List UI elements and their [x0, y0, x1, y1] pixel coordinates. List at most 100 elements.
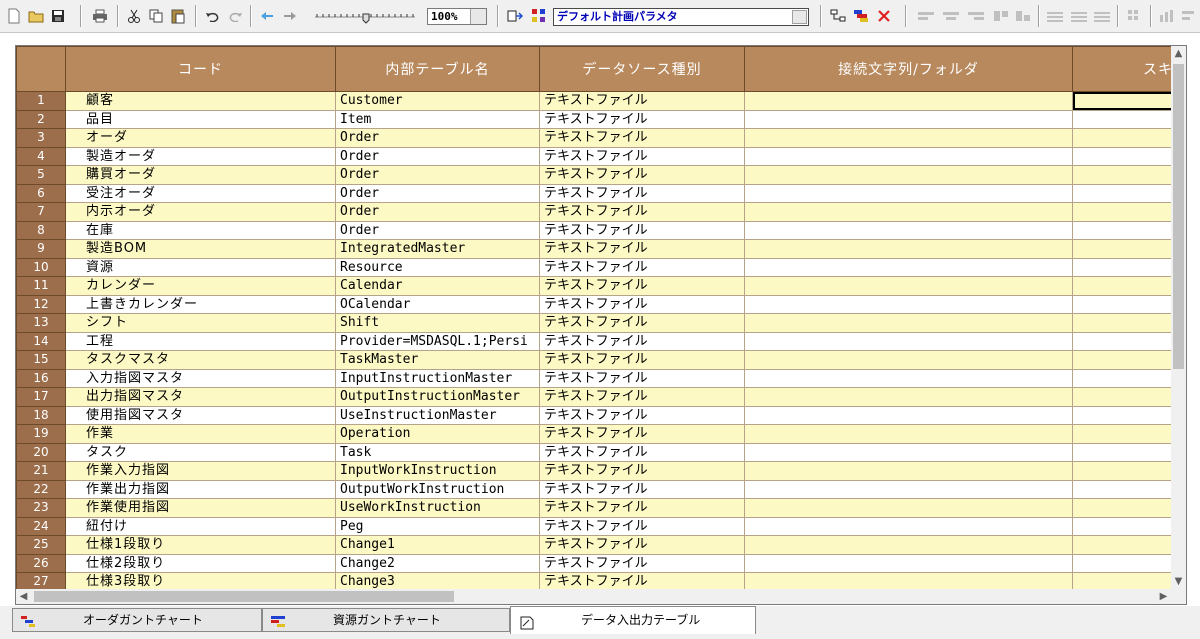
- scroll-left-icon[interactable]: ◀: [16, 589, 31, 604]
- table-row[interactable]: 5 購買オーダ Order テキストファイル: [16, 165, 1171, 185]
- connection-cell[interactable]: [744, 516, 1073, 536]
- schema-cell[interactable]: [1072, 183, 1171, 203]
- schema-cell[interactable]: [1072, 146, 1171, 166]
- table-row[interactable]: 3 オーダ Order テキストファイル: [16, 128, 1171, 148]
- source-type-cell[interactable]: テキストファイル: [539, 220, 745, 240]
- source-type-cell[interactable]: テキストファイル: [539, 442, 745, 462]
- row-number-cell[interactable]: 27: [16, 572, 66, 589]
- row-number-cell[interactable]: 16: [16, 368, 66, 388]
- connection-cell[interactable]: [744, 313, 1073, 333]
- source-type-cell[interactable]: テキストファイル: [539, 498, 745, 518]
- code-cell[interactable]: 内示オーダ: [65, 202, 336, 222]
- source-type-cell[interactable]: テキストファイル: [539, 313, 745, 333]
- table-name-cell[interactable]: OCalendar: [335, 294, 540, 314]
- code-cell[interactable]: 仕様2段取り: [65, 553, 336, 573]
- forward-arrow-icon[interactable]: [281, 6, 299, 26]
- corner-header[interactable]: [16, 46, 66, 92]
- tab-order-gantt[interactable]: オーダガントチャート: [12, 608, 262, 632]
- parameter-icon[interactable]: [529, 6, 549, 26]
- row-number-cell[interactable]: 19: [16, 424, 66, 444]
- schema-cell[interactable]: [1072, 109, 1171, 129]
- row-number-cell[interactable]: 1: [16, 91, 66, 111]
- schema-cell[interactable]: [1072, 498, 1171, 518]
- source-type-cell[interactable]: テキストファイル: [539, 479, 745, 499]
- table-row[interactable]: 18 使用指図マスタ UseInstructionMaster テキストファイル: [16, 405, 1171, 425]
- row-number-cell[interactable]: 26: [16, 553, 66, 573]
- source-type-cell[interactable]: テキストファイル: [539, 183, 745, 203]
- code-cell[interactable]: 購買オーダ: [65, 165, 336, 185]
- chevron-down-icon[interactable]: [792, 10, 807, 24]
- schema-cell[interactable]: [1072, 350, 1171, 370]
- connection-cell[interactable]: [744, 572, 1073, 589]
- table-name-cell[interactable]: Shift: [335, 313, 540, 333]
- code-cell[interactable]: 上書きカレンダー: [65, 294, 336, 314]
- back-arrow-icon[interactable]: [258, 6, 276, 26]
- link-tree-icon[interactable]: [829, 6, 847, 26]
- source-type-cell[interactable]: テキストファイル: [539, 535, 745, 555]
- schema-cell[interactable]: [1072, 535, 1171, 555]
- schema-cell[interactable]: [1072, 405, 1171, 425]
- table-row[interactable]: 14 工程 Provider=MSDASQL.1;Persi テキストファイル: [16, 331, 1171, 351]
- scroll-up-icon[interactable]: ▲: [1171, 46, 1186, 61]
- connection-cell[interactable]: [744, 387, 1073, 407]
- table-name-cell[interactable]: TaskMaster: [335, 350, 540, 370]
- cut-icon[interactable]: [124, 6, 144, 26]
- schema-cell[interactable]: [1072, 553, 1171, 573]
- copy-icon[interactable]: [146, 6, 166, 26]
- connection-cell[interactable]: [744, 165, 1073, 185]
- tab-data-io-table[interactable]: データ入出力テーブル: [510, 606, 756, 634]
- table-name-cell[interactable]: InputInstructionMaster: [335, 368, 540, 388]
- code-cell[interactable]: 作業: [65, 424, 336, 444]
- table-row[interactable]: 13 シフト Shift テキストファイル: [16, 313, 1171, 333]
- source-type-cell[interactable]: テキストファイル: [539, 461, 745, 481]
- schema-cell[interactable]: [1072, 368, 1171, 388]
- schema-cell[interactable]: [1072, 313, 1171, 333]
- connection-cell[interactable]: [744, 368, 1073, 388]
- connection-cell[interactable]: [744, 294, 1073, 314]
- redo-icon[interactable]: [225, 6, 245, 26]
- connection-cell[interactable]: [744, 535, 1073, 555]
- table-name-cell[interactable]: Customer: [335, 91, 540, 111]
- vertical-scrollbar[interactable]: ▲ ▼: [1171, 46, 1186, 589]
- paste-icon[interactable]: [168, 6, 188, 26]
- row-number-cell[interactable]: 25: [16, 535, 66, 555]
- code-cell[interactable]: タスクマスタ: [65, 350, 336, 370]
- row-number-cell[interactable]: 12: [16, 294, 66, 314]
- code-cell[interactable]: 入力指図マスタ: [65, 368, 336, 388]
- schema-cell[interactable]: [1072, 220, 1171, 240]
- table-name-cell[interactable]: IntegratedMaster: [335, 239, 540, 259]
- connection-cell[interactable]: [744, 276, 1073, 296]
- schema-cell[interactable]: [1072, 572, 1171, 589]
- color-bars-icon[interactable]: [852, 6, 870, 26]
- row-number-cell[interactable]: 4: [16, 146, 66, 166]
- column-header-schema[interactable]: スキ: [1072, 46, 1171, 92]
- row-number-cell[interactable]: 18: [16, 405, 66, 425]
- tab-resource-gantt[interactable]: 資源ガントチャート: [262, 608, 510, 632]
- vertical-scroll-thumb[interactable]: [1173, 64, 1184, 369]
- table-name-cell[interactable]: Change3: [335, 572, 540, 589]
- row-number-cell[interactable]: 2: [16, 109, 66, 129]
- scroll-right-icon[interactable]: ▶: [1156, 589, 1171, 604]
- table-row[interactable]: 11 カレンダー Calendar テキストファイル: [16, 276, 1171, 296]
- row-number-cell[interactable]: 3: [16, 128, 66, 148]
- row-number-cell[interactable]: 5: [16, 165, 66, 185]
- code-cell[interactable]: オーダ: [65, 128, 336, 148]
- schema-cell[interactable]: [1072, 294, 1171, 314]
- connection-cell[interactable]: [744, 553, 1073, 573]
- schema-cell[interactable]: [1072, 128, 1171, 148]
- chevron-down-icon[interactable]: [470, 9, 486, 24]
- print-icon[interactable]: [90, 6, 110, 26]
- column-header-code[interactable]: コード: [65, 46, 336, 92]
- scroll-down-icon[interactable]: ▼: [1171, 574, 1186, 589]
- table-row[interactable]: 12 上書きカレンダー OCalendar テキストファイル: [16, 294, 1171, 314]
- source-type-cell[interactable]: テキストファイル: [539, 424, 745, 444]
- connection-cell[interactable]: [744, 202, 1073, 222]
- import-icon[interactable]: [506, 6, 524, 26]
- schema-cell[interactable]: [1072, 239, 1171, 259]
- table-row[interactable]: 16 入力指図マスタ InputInstructionMaster テキストファイル: [16, 368, 1171, 388]
- connection-cell[interactable]: [744, 479, 1073, 499]
- code-cell[interactable]: 仕様1段取り: [65, 535, 336, 555]
- row-number-cell[interactable]: 6: [16, 183, 66, 203]
- save-icon[interactable]: [48, 6, 68, 26]
- row-number-cell[interactable]: 8: [16, 220, 66, 240]
